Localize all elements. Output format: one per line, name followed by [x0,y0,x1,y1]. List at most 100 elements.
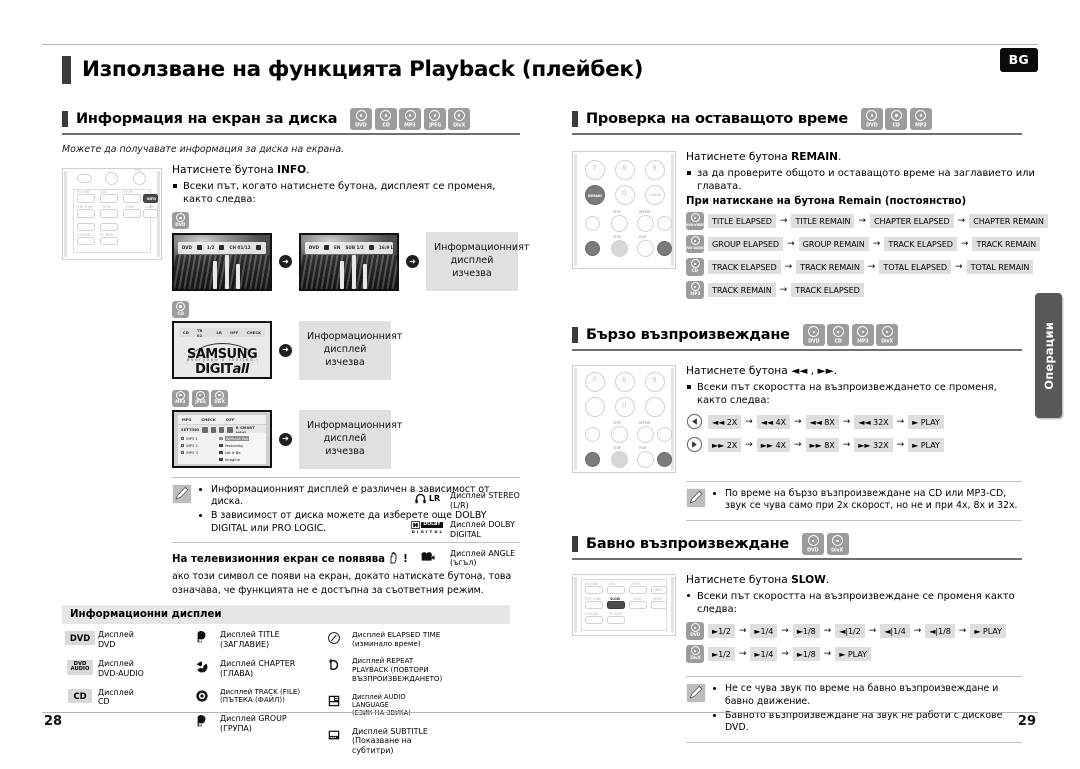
fast-remote-illustration: 7 8 9 0 STEP REPEAT STOP PLAY [572,364,676,473]
pill: ►1/4 [750,647,778,662]
pill: TRACK ELAPSED [708,260,781,275]
step-chip-jpeg: JPEG [191,389,209,407]
remote-button-power [77,173,92,183]
slow-remote-illustration: P.SOUND DISC ZOOM INFO TEST TONE SLOW LO… [572,573,676,636]
fast-button-icons: ◄◄ , ►► [791,364,834,377]
remain-bullet: за да проверите общото и оставащото врем… [686,167,1048,194]
list-item: MP3 1 [180,436,213,441]
section-accent-bar [62,111,68,127]
headphone-lr-label: LR [428,494,441,503]
section-accent-bar [572,536,578,553]
pill: ►► 2X [708,438,742,453]
pill: TRACK REMAIN [708,283,776,298]
table-row: LR Дисплей STEREO (L/R) [410,491,560,511]
table-cell-label: Дисплей SUBTITLE (Показване на субтитри) [352,726,428,756]
disc-chip-divx: DivX [448,108,471,130]
table-cell-label: Дисплей GROUP (ГРУПА) [220,714,287,734]
step-chip-dvd: DVD [172,212,189,230]
pencil-icon [686,684,706,703]
remote-num-8: 8 [622,163,627,172]
remote-rail-left [574,153,577,266]
remote-micro-psound: P.SOUND [77,189,91,194]
slow-playback-heading: Бавно възпроизвеждане DVD DivX [572,533,1022,556]
step-chip-mp3: MP3 [172,389,189,407]
title-accent-bar [62,56,71,84]
remote-micro-logo: LOGO [633,596,642,601]
table-row: Дисплей SUBTITLE (Показване на субтитри) [322,727,442,757]
remote-button-slow[interactable] [607,600,625,609]
note-item: Бавното възпроизвеждане на звук не работ… [725,710,1018,735]
remote-micro-play: PLAY [639,445,647,450]
remain-sequence-row-dvd-video: DVD-VIDEO TITLE ELAPSED → TITLE REMAIN → C… [685,212,1048,231]
arrow-icon: ➜ [406,255,419,269]
pill: ►1/2 [708,624,735,639]
remote-num-9: 9 [652,375,657,384]
remote-button-rew[interactable] [585,451,600,467]
cd-tag-icon: CD [68,688,92,703]
display-table: DVD Дисплей DVD DVD AUDIO Дисплей DVD-AUDIO… [62,630,520,765]
remote-button-next [657,426,672,442]
remote-button-sleep [651,600,667,609]
disc-chip-dvd: DVD [802,533,825,556]
pill: ◄◄ 8X [805,415,839,430]
info-instruction-suffix: . [306,163,310,176]
mp3-file-list: MP3 1 MP3 2 MP3 3 [177,432,217,465]
remote-button-rew [585,240,600,256]
section-accent-bar [572,111,578,127]
pill: ►► 32X [854,438,893,453]
track-icon [190,688,214,703]
svg-text:T: T [199,639,201,643]
pill: ►1/8 [792,624,820,639]
remote-micro-pcview: PC VIEW [100,232,113,237]
remote-button-testtone [585,600,603,609]
remote-rail-left [64,170,67,257]
hand-icon [390,552,397,564]
remote-button-prev [585,215,600,231]
remote-remain-label: REMAIN [588,193,602,198]
remote-button-play [637,239,654,257]
disc-chip-divx: DivX [876,324,899,347]
remote-button-remain[interactable]: REMAIN [585,184,605,205]
table-row: Дисплей CHAPTER (ГЛАВА) [190,659,318,679]
table-row: G Дисплей GROUP (ГРУПА) [190,714,318,734]
tv-screenshot-mp3-menu: MP3 CHECK OFF SETTING R SMART NAVI MP3 1… [172,410,272,469]
remain-instruction: Натиснете бутона REMAIN. [686,150,842,163]
remote-num-8: 8 [622,375,627,384]
remote-num-0: 0 [622,400,627,409]
remote-micro-pcview: PC VIEW [609,611,622,616]
pill: CHAPTER ELAPSED [869,214,954,229]
samsung-tagline: everyone's invited. [186,356,258,362]
remote-button-ff[interactable] [657,451,672,467]
remote-button-repeat [637,425,654,443]
remote-button-psound [77,193,95,203]
table-cell-label: Дисплей STEREO (L/R) [450,491,520,510]
slow-sequence-row-divx: DivX ►1/2 → ►1/4 → ►1/8 → ► PLAY [686,645,1022,664]
remote-button-repeat [637,214,654,232]
header-rule [42,44,1038,45]
remote-button-slow [100,208,118,218]
tv-screenshot-dvd-2: DVD EN SUB 1/2 16:9 LB OFF [299,232,399,291]
info-remote-illustration: EXIT INFO P.SOUND DISC ZOOM TEST TONE SL… [62,167,162,260]
fast-playback-title: Бързо възпроизвеждане [586,327,790,344]
remote-micro-psound: P.SOUND [585,581,599,586]
tv-screenshot-cd: CD TR 01 LR OFF CHECK SAMSUNG DIGITall e… [172,321,272,380]
remote-button-stop [611,239,628,257]
remote-micro-vsound: V-SOUND [584,611,599,616]
remote-button-vhf [585,615,603,624]
pill: ► PLAY [835,647,871,662]
remote-micro-sleep: SLEEP [145,204,155,209]
remote-button-info[interactable]: INFO [143,193,158,203]
remote-button-ntpal [607,615,625,624]
slow-playback-chips: DVD DivX [802,533,849,556]
section-accent-bar [572,327,578,344]
remote-rail-right [671,367,674,470]
dvd-audio-tag-icon: DVD AUDIO [66,659,94,675]
remote-micro-zoom: ZOOM [631,581,641,586]
remote-rail-left [574,367,577,470]
pill: ◄◄ 4X [756,415,790,430]
table-row: DVD AUDIO Дисплей DVD-AUDIO [66,659,186,679]
dolby-icon: DOLBY D I G I T A L [411,521,443,534]
table-row: DVD Дисплей DVD [64,630,186,650]
disc-chip-divx: DivX [826,533,849,556]
disc-chip-jpeg: JPEG [423,108,446,130]
